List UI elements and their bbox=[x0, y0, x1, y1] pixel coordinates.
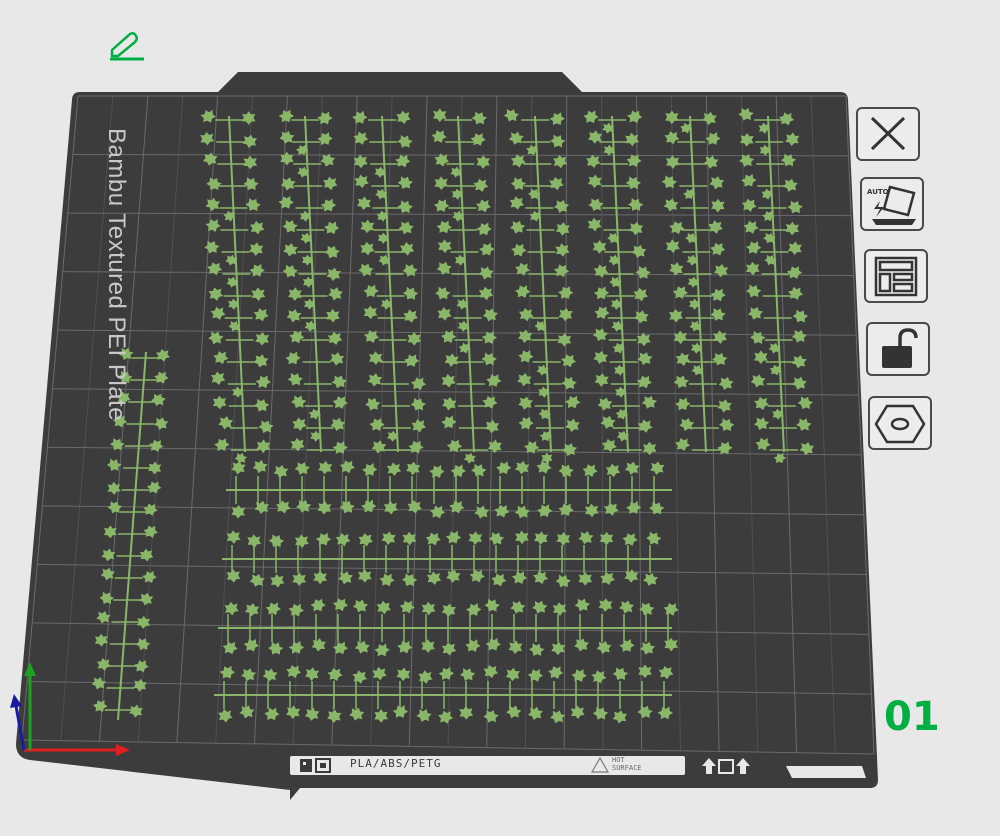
lock-plate-button[interactable] bbox=[866, 322, 930, 376]
plate-settings-button[interactable] bbox=[868, 396, 932, 450]
plate-type-icon bbox=[300, 758, 331, 773]
arrange-button[interactable] bbox=[864, 249, 928, 303]
remove-plate-button[interactable] bbox=[856, 107, 920, 161]
unlock-icon bbox=[882, 328, 918, 368]
hot-surface-warning: HOT SURFACE bbox=[612, 756, 672, 772]
build-plate-viewport[interactable]: Bambu Textured PEI Plate PLA/ABS/PETG HO… bbox=[0, 0, 1000, 831]
hexagon-nut-icon bbox=[874, 404, 926, 444]
auto-orient-button[interactable]: AUTO bbox=[860, 177, 924, 231]
pencil-edit-icon bbox=[110, 32, 144, 61]
auto-label: AUTO bbox=[867, 188, 889, 196]
plate-info-bar: PLA/ABS/PETG HOT SURFACE bbox=[290, 756, 685, 775]
auto-orient-icon: AUTO bbox=[867, 185, 916, 225]
surface-text: SURFACE bbox=[612, 764, 642, 772]
warning-triangle-icon bbox=[590, 756, 610, 773]
hot-text: HOT bbox=[612, 756, 625, 764]
filament-compat-text: PLA/ABS/PETG bbox=[350, 757, 442, 770]
build-plate bbox=[10, 72, 878, 800]
arrange-layout-icon bbox=[874, 256, 918, 297]
edit-plate-name-button[interactable] bbox=[104, 28, 148, 62]
plate-index: 01 bbox=[884, 694, 940, 740]
close-x-icon bbox=[870, 116, 906, 151]
plate-type-label: Bambu Textured PEI Plate bbox=[103, 128, 130, 422]
